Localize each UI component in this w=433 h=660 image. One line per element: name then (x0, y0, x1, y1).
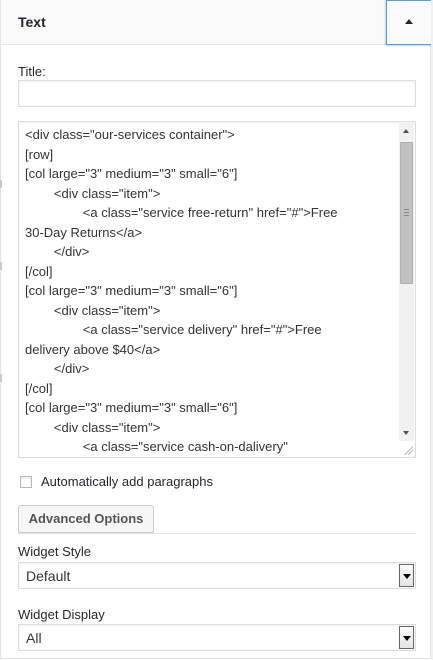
divider (18, 533, 416, 534)
content-line: [row] (25, 146, 54, 162)
widget-display-select[interactable]: All (18, 624, 416, 651)
content-line: [col large="3" medium="3" small="6"] (25, 166, 238, 181)
content-line: <a class="service cash-on-dalivery" (25, 439, 288, 454)
content-line: </div> (25, 244, 90, 259)
widget-title: Text (18, 14, 46, 30)
content-textarea[interactable]: <div class="our-services container"> [row… (18, 121, 416, 458)
content-line: [col large="3" medium="3" small="6"] (25, 400, 238, 415)
content-line: </div> (25, 361, 90, 376)
widget-style-label: Widget Style (18, 544, 91, 559)
widget-collapse-toggle[interactable] (386, 0, 432, 45)
grip-icon (404, 209, 409, 216)
scroll-up-arrow-icon[interactable] (399, 123, 414, 140)
widget-style-value: Default (26, 568, 71, 584)
widget-display-value: All (26, 630, 42, 646)
title-input[interactable] (18, 80, 416, 107)
chevron-down-icon[interactable] (399, 626, 414, 649)
content-line: [/col] (25, 380, 53, 396)
title-label: Title: (18, 64, 46, 79)
advanced-options-button[interactable]: Advanced Options (18, 505, 154, 533)
scroll-down-arrow-icon[interactable] (399, 424, 414, 441)
edge-mark (0, 374, 2, 382)
auto-paragraphs-checkbox[interactable] (20, 476, 32, 488)
content-line: <div class="item"> (25, 419, 161, 435)
content-line: <div class="item"> (25, 185, 161, 201)
resize-handle-icon[interactable] (403, 445, 413, 455)
widget-header: Text (1, 0, 432, 45)
content-line: [col large="3" medium="3" small="6"] (25, 283, 238, 298)
widget-style-select[interactable]: Default (18, 562, 416, 589)
content-line: <div class="our-services container"> (25, 127, 235, 142)
edge-mark (0, 180, 2, 188)
chevron-down-icon[interactable] (399, 564, 414, 587)
content-line: 30-Day Returns</a> (25, 224, 143, 240)
edge-mark (0, 262, 2, 270)
arrow-up-icon (405, 19, 413, 24)
text-widget-panel: Text Title: <div class="our-services con… (0, 0, 432, 659)
auto-paragraphs-label[interactable]: Automatically add paragraphs (41, 474, 213, 489)
content-line: [/col] (25, 263, 53, 279)
content-line: <div class="item"> (25, 302, 161, 318)
scrollbar-thumb[interactable] (400, 142, 413, 284)
content-line: <a class="service delivery" href="#">Fre… (25, 322, 322, 337)
textarea-scrollbar[interactable] (399, 123, 414, 441)
content-line: delivery above $40</a> (25, 341, 161, 357)
widget-display-label: Widget Display (18, 607, 105, 622)
content-line: <a class="service free-return" href="#">… (25, 205, 338, 220)
content-text: <div class="our-services container"> [row… (25, 125, 397, 457)
